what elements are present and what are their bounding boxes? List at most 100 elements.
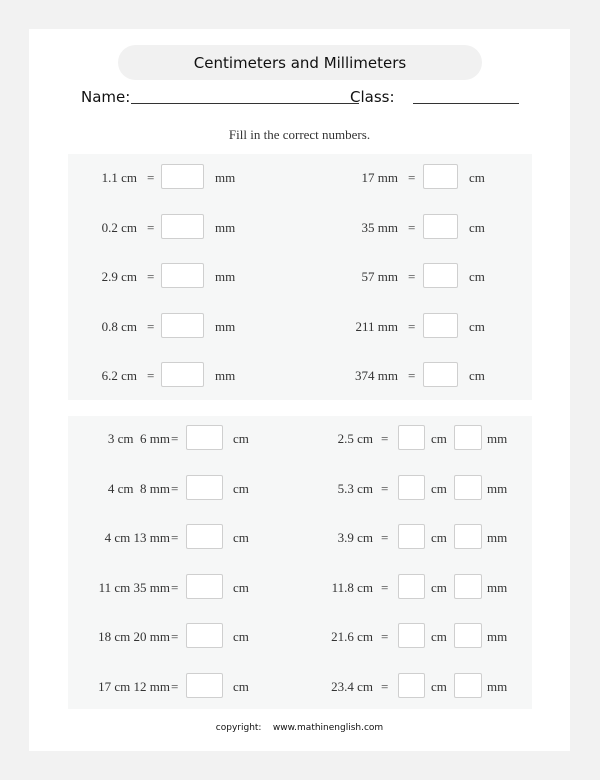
answer-box[interactable] bbox=[186, 623, 223, 648]
unit-label-mm: mm bbox=[487, 629, 508, 644]
given-value: 2.9 cm bbox=[101, 269, 137, 284]
given-value: 17 cm 12 mm bbox=[98, 678, 170, 694]
answer-box[interactable] bbox=[186, 524, 223, 549]
equals-sign: = bbox=[147, 219, 155, 235]
answer-box[interactable] bbox=[161, 362, 204, 387]
problem-row: 18 cm 20 mm = cm 21.6 cm = cm mm bbox=[68, 623, 532, 651]
given-value: 1.1 cm bbox=[101, 170, 137, 185]
equals-sign: = bbox=[147, 170, 155, 185]
answer-box-cm[interactable] bbox=[398, 623, 425, 648]
worksheet-page: Centimeters and Millimeters Name: Class:… bbox=[29, 29, 570, 751]
given-value: 35 mm bbox=[361, 219, 398, 235]
unit-label-mm: mm bbox=[487, 579, 508, 595]
name-blank-line[interactable] bbox=[131, 103, 359, 104]
given-value: 0.2 cm bbox=[101, 219, 137, 235]
given-value: 18 cm 20 mm bbox=[98, 629, 170, 644]
equals-sign: = bbox=[381, 579, 389, 595]
equals-sign: = bbox=[171, 579, 179, 595]
given-value: 11 cm 35 mm bbox=[98, 579, 170, 595]
answer-box-cm[interactable] bbox=[398, 573, 425, 599]
answer-box-mm[interactable] bbox=[454, 524, 482, 549]
given-value: 3.9 cm bbox=[337, 530, 373, 545]
given-value: 4 cm 13 mm bbox=[104, 530, 170, 545]
unit-label-cm: cm bbox=[431, 629, 447, 644]
answer-box[interactable] bbox=[186, 474, 223, 500]
answer-box-mm[interactable] bbox=[454, 573, 482, 599]
class-blank-line[interactable] bbox=[413, 103, 519, 104]
unit-label-cm: cm bbox=[431, 431, 447, 446]
answer-box[interactable] bbox=[161, 263, 204, 288]
website-link[interactable]: www.mathinenglish.com bbox=[273, 723, 383, 733]
given-value: 2.5 cm bbox=[337, 431, 373, 446]
equals-sign: = bbox=[408, 170, 416, 185]
answer-box[interactable] bbox=[423, 164, 458, 189]
equals-sign: = bbox=[147, 269, 155, 284]
answer-box-mm[interactable] bbox=[454, 474, 482, 500]
answer-box-cm[interactable] bbox=[398, 474, 425, 500]
unit-label-mm: mm bbox=[487, 530, 508, 545]
answer-unit: cm bbox=[233, 480, 249, 496]
answer-box-cm[interactable] bbox=[398, 524, 425, 549]
answer-box[interactable] bbox=[186, 573, 223, 599]
given-value: 4 cm 8 mm bbox=[107, 480, 170, 496]
copyright-label: copyright: bbox=[215, 723, 262, 733]
answer-box-mm[interactable] bbox=[454, 425, 482, 450]
equals-sign: = bbox=[171, 530, 179, 545]
answer-box[interactable] bbox=[423, 362, 458, 387]
answer-box[interactable] bbox=[423, 263, 458, 288]
answer-unit: mm bbox=[215, 269, 236, 284]
given-value: 211 mm bbox=[355, 318, 399, 334]
answer-box[interactable] bbox=[186, 425, 223, 450]
answer-box[interactable] bbox=[423, 213, 458, 239]
unit-label-cm: cm bbox=[431, 678, 447, 694]
answer-unit: cm bbox=[469, 368, 485, 383]
answer-box-mm[interactable] bbox=[454, 672, 482, 698]
equals-sign: = bbox=[171, 678, 179, 694]
answer-unit: cm bbox=[233, 678, 249, 694]
answer-unit: cm bbox=[233, 629, 249, 644]
answer-box-mm[interactable] bbox=[454, 623, 482, 648]
equals-sign: = bbox=[408, 318, 416, 334]
unit-label-mm: mm bbox=[487, 480, 508, 496]
unit-label-cm: cm bbox=[431, 480, 447, 496]
class-label: Class: bbox=[350, 88, 395, 106]
unit-label-cm: cm bbox=[431, 579, 447, 595]
problem-row: 2.9 cm = mm 57 mm = cm bbox=[68, 263, 532, 291]
problem-row: 3 cm 6 mm = cm 2.5 cm = cm mm bbox=[68, 425, 532, 453]
problem-row: 0.8 cm = mm 211 mm = cm bbox=[68, 312, 532, 341]
answer-box[interactable] bbox=[161, 312, 204, 338]
equals-sign: = bbox=[381, 678, 389, 694]
answer-box[interactable] bbox=[161, 164, 204, 189]
unit-label-cm: cm bbox=[431, 530, 447, 545]
equals-sign: = bbox=[381, 480, 389, 496]
problem-row: 17 cm 12 mm = cm 23.4 cm = cm mm bbox=[68, 672, 532, 701]
answer-unit: cm bbox=[233, 530, 249, 545]
problem-row: 6.2 cm = mm 374 mm = cm bbox=[68, 362, 532, 390]
given-value: 11.8 cm bbox=[331, 579, 373, 595]
problem-row: 11 cm 35 mm = cm 11.8 cm = cm mm bbox=[68, 573, 532, 602]
given-value: 23.4 cm bbox=[331, 678, 373, 694]
equals-sign: = bbox=[171, 431, 179, 446]
given-value: 6.2 cm bbox=[101, 368, 137, 383]
equals-sign: = bbox=[408, 219, 416, 235]
problem-row: 1.1 cm = mm 17 mm = cm bbox=[68, 164, 532, 192]
answer-box-cm[interactable] bbox=[398, 672, 425, 698]
given-value: 3 cm 6 mm bbox=[107, 431, 170, 446]
answer-box[interactable] bbox=[186, 672, 223, 698]
equals-sign: = bbox=[381, 431, 389, 446]
equals-sign: = bbox=[171, 480, 179, 496]
answer-box[interactable] bbox=[161, 213, 204, 239]
section-mixed-units-conversion: 3 cm 6 mm = cm 2.5 cm = cm mm 4 cm 8 mm = cm 5.3 c… bbox=[68, 416, 532, 709]
answer-unit: cm bbox=[469, 318, 485, 334]
footer-copyright: copyright: www.mathinenglish.com bbox=[29, 723, 570, 733]
unit-label-mm: mm bbox=[487, 431, 508, 446]
answer-box[interactable] bbox=[423, 312, 458, 338]
answer-unit: cm bbox=[469, 170, 485, 185]
given-value: 5.3 cm bbox=[337, 480, 373, 496]
answer-box-cm[interactable] bbox=[398, 425, 425, 450]
equals-sign: = bbox=[381, 629, 389, 644]
equals-sign: = bbox=[171, 629, 179, 644]
answer-unit: mm bbox=[215, 170, 236, 185]
equals-sign: = bbox=[408, 368, 416, 383]
given-value: 57 mm bbox=[361, 269, 398, 284]
